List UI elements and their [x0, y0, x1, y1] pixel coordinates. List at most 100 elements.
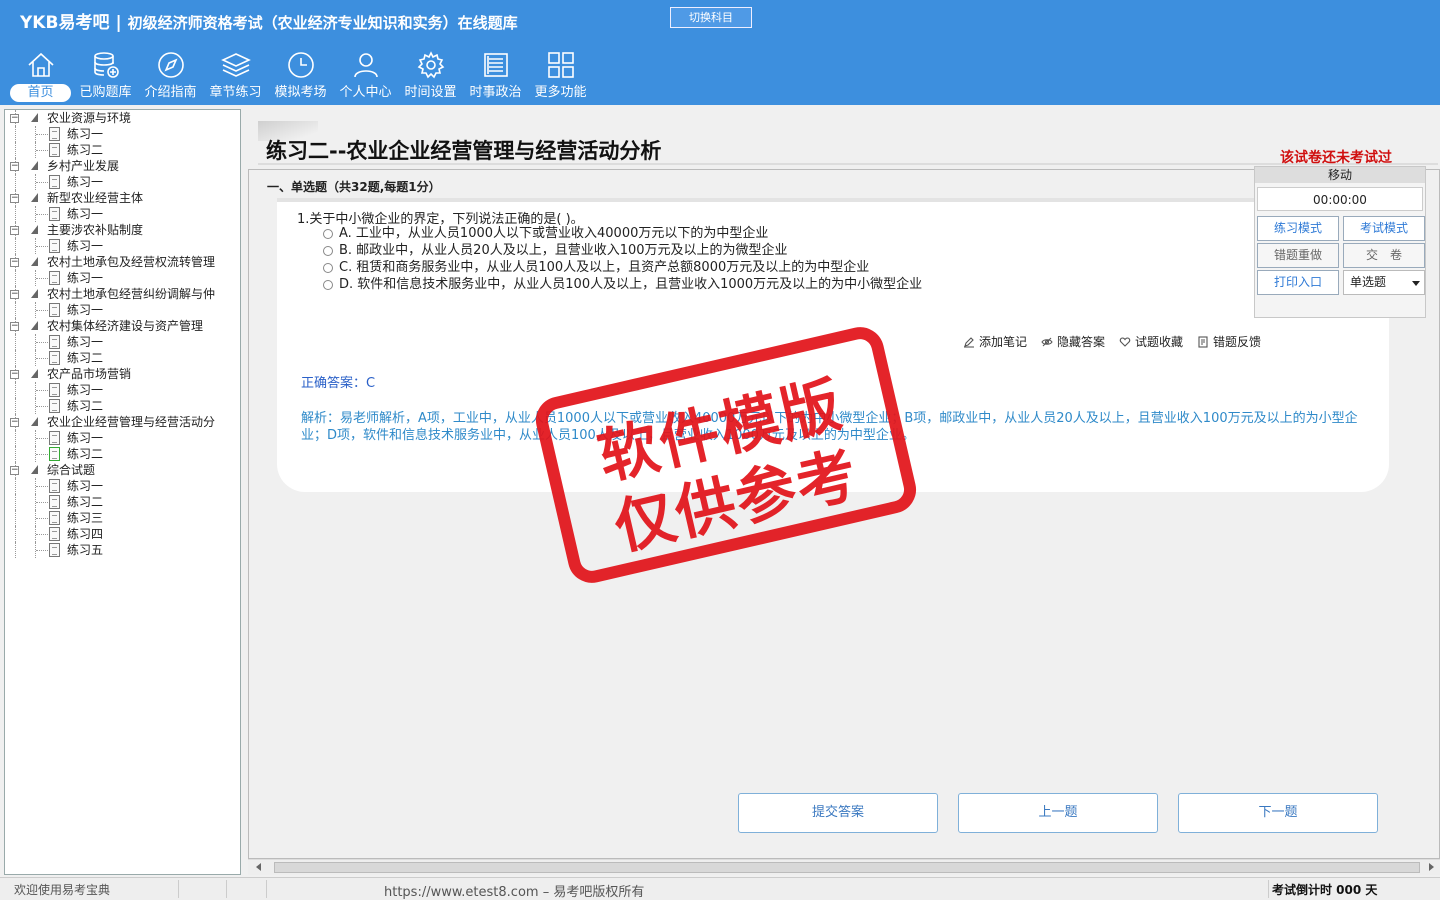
radio-a[interactable]: [323, 228, 333, 239]
app-title: YKB易考吧 | 初级经济师资格考试（农业经济专业知识和实务）在线题库: [20, 13, 518, 33]
tree-chapter[interactable]: − 农村土地承包经营纠纷调解与仲: [5, 286, 240, 302]
tree-line: [15, 526, 16, 542]
tree-exercise[interactable]: 练习五: [5, 542, 240, 558]
tree-line: [15, 302, 16, 318]
tree-chapter[interactable]: − 农村土地承包及经营权流转管理: [5, 254, 240, 270]
tree-exercise[interactable]: 练习二: [5, 142, 240, 158]
option-c[interactable]: C. 租赁和商务服务业中，从业人员100人及以上，且资产总额8000万元及以上的…: [323, 259, 922, 276]
nav-personal[interactable]: 个人中心: [333, 48, 398, 103]
radio-c[interactable]: [323, 262, 333, 273]
collapse-icon[interactable]: −: [10, 418, 19, 427]
countdown-text: 考试倒计时 000 天: [1272, 883, 1378, 897]
collapse-icon[interactable]: −: [10, 322, 19, 331]
tree-exercise[interactable]: 练习一: [5, 382, 240, 398]
switch-subject-button[interactable]: 切换科目: [670, 7, 752, 28]
collapse-icon[interactable]: −: [10, 290, 19, 299]
tree-chapter[interactable]: − 农村集体经济建设与资产管理: [5, 318, 240, 334]
scroll-left-icon[interactable]: [256, 863, 261, 871]
submit-paper-button[interactable]: 交 卷: [1343, 243, 1425, 268]
collapse-icon[interactable]: −: [10, 258, 19, 267]
next-question-button[interactable]: 下一题: [1178, 793, 1378, 833]
tree-exercise[interactable]: 练习一: [5, 206, 240, 222]
tree-chapter[interactable]: − 乡村产业发展: [5, 158, 240, 174]
tree-exercise[interactable]: 练习二: [5, 398, 240, 414]
exercise-label: 练习一: [67, 303, 104, 317]
tree-chapter[interactable]: − 新型农业经营主体: [5, 190, 240, 206]
collapse-icon[interactable]: −: [10, 114, 19, 123]
action-label: 隐藏答案: [1057, 335, 1106, 349]
tree-exercise[interactable]: 练习二: [5, 350, 240, 366]
document-icon: [49, 271, 60, 285]
scroll-thumb[interactable]: [274, 862, 1420, 873]
radio-d[interactable]: [323, 279, 333, 290]
options-list: A. 工业中，从业人员1000人以下或营业收入40000万元以下的为中型企业 B…: [323, 225, 922, 293]
scroll-right-icon[interactable]: [1429, 863, 1434, 871]
tree-exercise[interactable]: 练习四: [5, 526, 240, 542]
document-icon: [49, 143, 60, 157]
tree-chapter[interactable]: − 主要涉农补贴制度: [5, 222, 240, 238]
tree-chapter[interactable]: − 综合试题: [5, 462, 240, 478]
tree-chapter[interactable]: − 农业资源与环境: [5, 110, 240, 126]
nav-current-affairs[interactable]: 时事政治: [463, 48, 528, 103]
exercise-label: 练习二: [67, 399, 104, 413]
tree-exercise[interactable]: 练习三: [5, 510, 240, 526]
collapse-icon[interactable]: −: [10, 194, 19, 203]
favorite-button[interactable]: 试题收藏: [1119, 333, 1183, 350]
nav-home[interactable]: 首页: [8, 48, 73, 103]
tree-chapter[interactable]: − 农产品市场营销: [5, 366, 240, 382]
tree-exercise[interactable]: 练习二: [5, 494, 240, 510]
chapter-icon: [31, 225, 38, 234]
tree-exercise[interactable]: 练习一: [5, 238, 240, 254]
tree-exercise[interactable]: 练习一: [5, 174, 240, 190]
panel-move-handle[interactable]: 移动: [1255, 167, 1425, 183]
prev-question-button[interactable]: 上一题: [958, 793, 1158, 833]
option-b[interactable]: B. 邮政业中，从业人员20人及以上，且营业收入100万元及以上的为微型企业: [323, 242, 922, 259]
tree-exercise[interactable]: 练习二: [5, 446, 240, 462]
collapse-icon[interactable]: −: [10, 226, 19, 235]
practice-mode-button[interactable]: 练习模式: [1257, 216, 1339, 241]
nav-guide[interactable]: 介绍指南: [138, 48, 203, 103]
collapse-icon[interactable]: −: [10, 162, 19, 171]
horizontal-scrollbar[interactable]: [248, 859, 1440, 875]
tree-line: [36, 518, 48, 519]
radio-b[interactable]: [323, 245, 333, 256]
nav-time-settings[interactable]: 时间设置: [398, 48, 463, 103]
tree-exercise[interactable]: 练习一: [5, 302, 240, 318]
chapter-icon: [31, 193, 38, 202]
nav-purchased[interactable]: 已购题库: [73, 48, 138, 103]
option-d[interactable]: D. 软件和信息技术服务业中，从业人员100人及以上，且营业收入1000万元及以…: [323, 276, 922, 293]
question-type-select[interactable]: 单选题: [1343, 270, 1425, 295]
tree-exercise[interactable]: 练习一: [5, 430, 240, 446]
tree-exercise[interactable]: 练习一: [5, 126, 240, 142]
add-note-button[interactable]: 添加笔记: [963, 333, 1027, 350]
layers-icon: [220, 53, 251, 77]
nav-mock-exam[interactable]: 模拟考场: [268, 48, 333, 103]
tree-line: [36, 246, 48, 247]
tree-line: [15, 398, 16, 414]
document-icon: [49, 479, 60, 493]
tree-chapter[interactable]: − 农业企业经营管理与经营活动分: [5, 414, 240, 430]
exercise-label: 练习一: [67, 383, 104, 397]
nav-chapter-practice[interactable]: 章节练习: [203, 48, 268, 103]
feedback-button[interactable]: 错题反馈: [1197, 333, 1261, 350]
timer-display: 00:00:00: [1257, 187, 1423, 211]
hide-answer-button[interactable]: 隐藏答案: [1041, 333, 1105, 350]
collapse-icon[interactable]: −: [10, 466, 19, 475]
redo-wrong-button[interactable]: 错题重做: [1257, 243, 1339, 268]
chapter-icon: [31, 417, 38, 426]
tree-line: [15, 382, 16, 398]
tree-line: [36, 454, 48, 455]
exam-mode-button[interactable]: 考试模式: [1343, 216, 1425, 241]
tree-exercise[interactable]: 练习一: [5, 334, 240, 350]
tree-exercise[interactable]: 练习一: [5, 478, 240, 494]
submit-answer-button[interactable]: 提交答案: [738, 793, 938, 833]
option-text: B. 邮政业中，从业人员20人及以上，且营业收入100万元及以上的为微型企业: [339, 243, 788, 258]
tree-exercise[interactable]: 练习一: [5, 270, 240, 286]
nav-more[interactable]: 更多功能: [528, 48, 593, 103]
nav-label: 更多功能: [534, 85, 587, 100]
option-a[interactable]: A. 工业中，从业人员1000人以下或营业收入40000万元以下的为中型企业: [323, 225, 922, 242]
document-icon: [49, 303, 60, 317]
print-button[interactable]: 打印入口: [1257, 270, 1339, 295]
collapse-icon[interactable]: −: [10, 370, 19, 379]
exercise-label: 练习二: [67, 495, 104, 509]
